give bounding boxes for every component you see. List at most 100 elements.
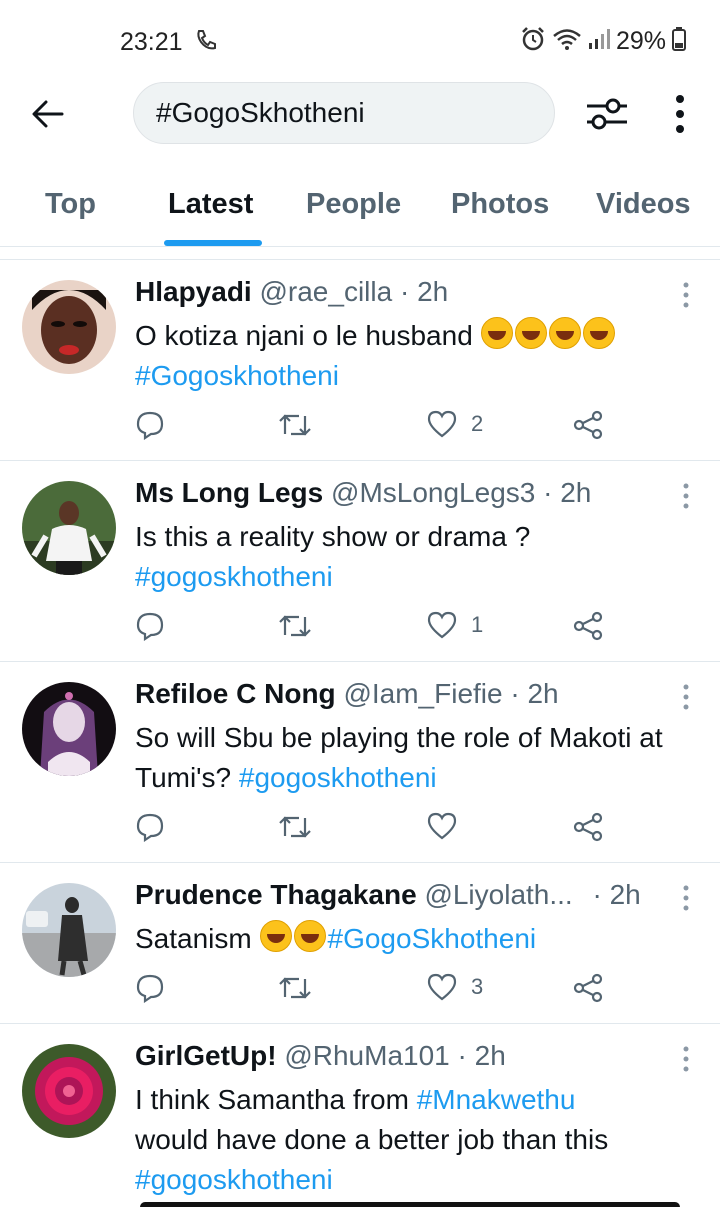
tweet-header: Prudence Thagakane @Liyolath... · 2h [135, 879, 641, 910]
reply-button[interactable] [135, 611, 165, 641]
rofl-emoji-icon [293, 920, 326, 952]
tweet-actions: 2 [135, 410, 615, 444]
hashtag-link[interactable]: #gogoskhotheni [135, 1164, 333, 1195]
author-name[interactable]: GirlGetUp! [135, 1040, 277, 1071]
tweet-actions: 3 [135, 973, 615, 1007]
more-vertical-icon [676, 95, 684, 133]
tweet-header: Hlapyadi @rae_cilla · 2h [135, 276, 449, 307]
hashtag-link[interactable]: #gogoskhotheni [239, 762, 437, 793]
heart-icon [427, 973, 457, 1001]
tweet-text: So will Sbu be playing the role of Makot… [135, 722, 663, 793]
media-preview-edge [140, 1202, 680, 1207]
share-button[interactable] [573, 410, 603, 440]
tweet-time: 2h [560, 477, 592, 508]
more-vertical-icon [683, 282, 689, 308]
tweet-header: Ms Long Legs @MsLongLegs3 · 2h [135, 477, 592, 508]
search-filter-button[interactable] [585, 96, 629, 132]
tweet-menu-button[interactable] [682, 885, 690, 911]
like-button[interactable] [427, 812, 457, 840]
tweet-time: 2h [417, 276, 449, 307]
share-button[interactable] [573, 973, 603, 1003]
avatar[interactable] [22, 1044, 116, 1138]
tweet-time: 2h [609, 879, 641, 910]
reply-button[interactable] [135, 812, 165, 842]
feed-divider [0, 247, 720, 260]
like-count: 2 [471, 411, 484, 436]
retweet-icon [279, 414, 311, 436]
rofl-emoji-icon [480, 317, 513, 349]
author-handle: @Iam_Fiefie [343, 678, 503, 709]
like-count: 3 [471, 974, 484, 999]
status-bar: 23:21 29% [0, 0, 720, 80]
tweet[interactable]: Hlapyadi @rae_cilla · 2h O kotiza njani … [0, 260, 720, 461]
tweet-menu-button[interactable] [682, 684, 690, 710]
more-vertical-icon [683, 483, 689, 509]
retweet-button[interactable] [277, 611, 313, 641]
retweet-button[interactable] [277, 973, 313, 1003]
share-button[interactable] [573, 812, 603, 842]
tweet-menu-button[interactable] [682, 1046, 690, 1072]
tweet-time: 2h [474, 1040, 506, 1071]
tweet[interactable]: Prudence Thagakane @Liyolath... · 2h Sat… [0, 863, 720, 1024]
share-button[interactable] [573, 611, 603, 641]
share-icon [573, 611, 603, 641]
back-button[interactable] [30, 96, 66, 132]
more-vertical-icon [683, 885, 689, 911]
like-button[interactable]: 1 [427, 611, 483, 639]
author-handle: @rae_cilla [259, 276, 393, 307]
search-box[interactable] [133, 82, 555, 144]
search-header [0, 82, 720, 146]
like-button[interactable]: 3 [427, 973, 483, 1001]
tab-videos[interactable]: Videos [596, 188, 691, 221]
tab-photos[interactable]: Photos [451, 188, 549, 221]
battery-icon [672, 27, 686, 56]
rofl-emoji-icon [259, 920, 292, 952]
like-count: 1 [471, 612, 484, 637]
reply-button[interactable] [135, 410, 165, 440]
like-button[interactable]: 2 [427, 410, 483, 438]
rofl-emoji-icon [582, 317, 615, 349]
avatar[interactable] [22, 280, 116, 374]
tweet-menu-button[interactable] [682, 282, 690, 308]
author-name[interactable]: Prudence Thagakane [135, 879, 417, 910]
tab-top[interactable]: Top [45, 188, 96, 221]
author-name[interactable]: Ms Long Legs [135, 477, 323, 508]
hashtag-link[interactable]: #gogoskhotheni [135, 561, 333, 592]
search-input[interactable] [156, 97, 536, 129]
author-handle: @Liyolath... [424, 879, 573, 910]
reply-icon [136, 813, 164, 842]
heart-icon [427, 812, 457, 840]
retweet-icon [279, 615, 311, 637]
tweet-actions [135, 812, 615, 846]
overflow-menu-button[interactable] [668, 94, 692, 134]
more-vertical-icon [683, 1046, 689, 1072]
tweet-menu-button[interactable] [682, 483, 690, 509]
retweet-icon [279, 977, 311, 999]
active-tab-indicator [164, 240, 262, 246]
share-icon [573, 410, 603, 440]
back-arrow-icon [32, 100, 64, 128]
tab-people[interactable]: People [306, 188, 401, 221]
author-name[interactable]: Hlapyadi [135, 276, 252, 307]
avatar[interactable] [22, 481, 116, 575]
tweet-text: Is this a reality show or drama ? #gogos… [135, 521, 531, 592]
author-handle: @MsLongLegs3 [331, 477, 536, 508]
author-name[interactable]: Refiloe C Nong [135, 678, 336, 709]
tab-latest[interactable]: Latest [168, 188, 253, 221]
retweet-button[interactable] [277, 812, 313, 842]
tweet[interactable]: GirlGetUp! @RhuMa101 · 2h I think Samant… [0, 1024, 720, 1207]
reply-button[interactable] [135, 973, 165, 1003]
hashtag-link[interactable]: #Gogoskhotheni [135, 360, 339, 391]
hashtag-link[interactable]: #Mnakwethu [417, 1084, 576, 1115]
tweet-header: Refiloe C Nong @Iam_Fiefie · 2h [135, 678, 559, 709]
tweet[interactable]: Refiloe C Nong @Iam_Fiefie · 2h So will … [0, 662, 720, 863]
hashtag-link[interactable]: #GogoSkhotheni [328, 923, 537, 954]
avatar[interactable] [22, 682, 116, 776]
retweet-button[interactable] [277, 410, 313, 440]
reply-icon [136, 974, 164, 1003]
wifi-icon [552, 27, 582, 56]
tweet-time: 2h [527, 678, 559, 709]
avatar[interactable] [22, 883, 116, 977]
tweet[interactable]: Ms Long Legs @MsLongLegs3 · 2h Is this a… [0, 461, 720, 662]
search-tabs: Top Latest People Photos Videos [0, 170, 720, 247]
